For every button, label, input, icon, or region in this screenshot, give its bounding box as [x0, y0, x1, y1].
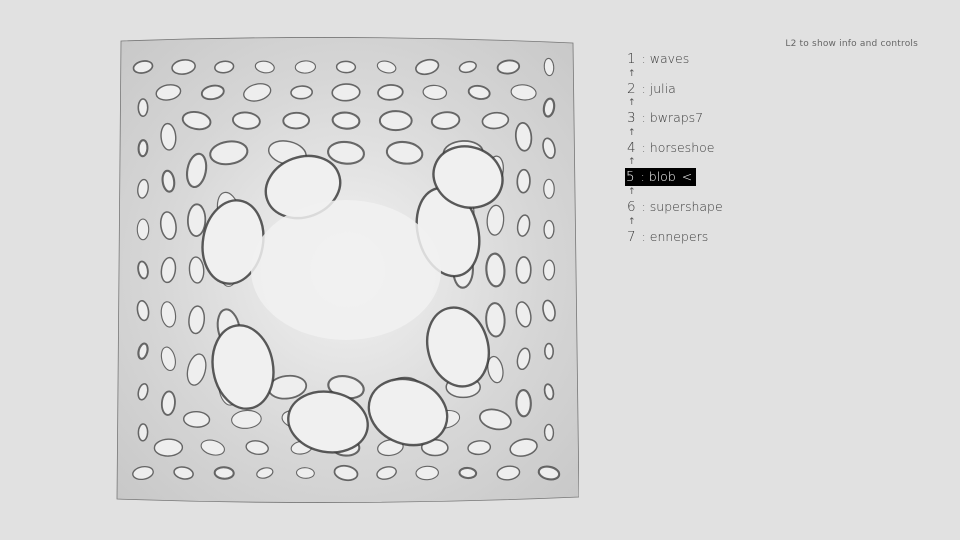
fractal-hole	[485, 302, 506, 338]
variation-name: ennepers	[649, 228, 709, 244]
separator: :	[637, 139, 650, 155]
fractal-hole	[294, 60, 317, 74]
fractal-hole	[515, 256, 532, 284]
variation-name: blob	[648, 169, 676, 185]
fractal-hole	[516, 168, 531, 194]
up-arrow-icon: ↑	[628, 98, 636, 109]
variation-label[interactable]: 7 : ennepers	[627, 229, 710, 245]
fractal-hole	[187, 203, 207, 237]
fractal-hole	[543, 423, 555, 442]
fractal-hole	[136, 218, 150, 241]
variation-number: 3	[627, 110, 636, 127]
menu-item-ennepers[interactable]: ↑ 7 : ennepers	[627, 217, 725, 256]
variation-number: 5	[626, 169, 635, 186]
fractal-hole	[515, 389, 532, 418]
fractal-hole	[290, 85, 313, 100]
active-marker: <	[681, 169, 693, 185]
up-arrow-icon: ↑	[628, 127, 636, 138]
variation-number: 4	[627, 139, 636, 156]
variation-name: waves	[649, 51, 690, 66]
fractal-hole	[335, 60, 357, 74]
menu-item-supershape[interactable]: ↑ 6 : supershape	[627, 187, 725, 226]
variation-number: 6	[627, 198, 636, 215]
separator: :	[637, 80, 650, 96]
fractal-hole	[542, 259, 556, 281]
variation-label[interactable]: 3 : bwraps7	[627, 110, 705, 126]
fractal-hole	[295, 467, 315, 479]
fractal-hole	[543, 219, 555, 239]
fractal-center	[251, 200, 441, 340]
up-arrow-icon: ↑	[628, 157, 636, 168]
variation-number: 1	[627, 51, 636, 67]
variation-name: supershape	[649, 198, 723, 214]
separator: :	[636, 169, 649, 185]
variation-label[interactable]: 2 : julia	[627, 81, 678, 97]
variation-name: horseshoe	[649, 139, 715, 155]
fractal-hole	[544, 342, 554, 360]
separator: :	[637, 198, 650, 214]
menu-item-julia[interactable]: ↑ 2 : julia	[627, 69, 725, 108]
variation-number: 2	[627, 80, 636, 97]
active-variation-label[interactable]: 5 : blob <	[625, 168, 697, 187]
fractal-hole	[137, 98, 149, 117]
fractal-canvas	[116, 37, 579, 503]
fractal-hole	[377, 84, 404, 101]
separator: :	[637, 110, 650, 126]
up-arrow-icon: ↑	[628, 186, 636, 197]
fractal-hole	[331, 83, 361, 102]
fractal-render	[113, 37, 579, 503]
variation-label[interactable]: 1 : waves	[627, 51, 691, 67]
fractal-hole	[378, 110, 413, 132]
fractal-hole	[182, 410, 211, 428]
up-arrow-icon: ↑	[628, 216, 636, 227]
menu-item-waves[interactable]: 1 : waves	[627, 48, 725, 78]
separator: :	[637, 228, 650, 244]
controls-hint: L2 to show info and controls	[785, 39, 918, 49]
variation-label[interactable]: 4 : horseshoe	[627, 140, 716, 156]
fractal-hole	[153, 438, 184, 457]
fractal-hole	[282, 111, 311, 130]
variation-number: 7	[627, 228, 636, 245]
separator: :	[637, 51, 650, 66]
variation-name: bwraps7	[649, 110, 704, 126]
fractal-hole	[137, 423, 149, 442]
fractal-hole	[137, 139, 149, 158]
menu-item-bwraps7[interactable]: ↑ 3 : bwraps7	[627, 98, 725, 137]
variation-name: julia	[649, 80, 676, 96]
fractal-hole	[213, 466, 235, 480]
fractal-hole	[458, 466, 478, 480]
menu-item-horseshoe[interactable]: ↑ 4 : horseshoe	[627, 128, 725, 167]
variation-menu: 1 : waves ↑ 2 : julia ↑ 3 : bwraps7 ↑ 4 : hors…	[625, 48, 725, 256]
menu-item-blob[interactable]: ↑ 5 : blob <	[625, 157, 725, 196]
fractal-hole	[543, 178, 555, 199]
variation-label[interactable]: 6 : supershape	[627, 199, 725, 215]
up-arrow-icon: ↑	[628, 68, 636, 79]
